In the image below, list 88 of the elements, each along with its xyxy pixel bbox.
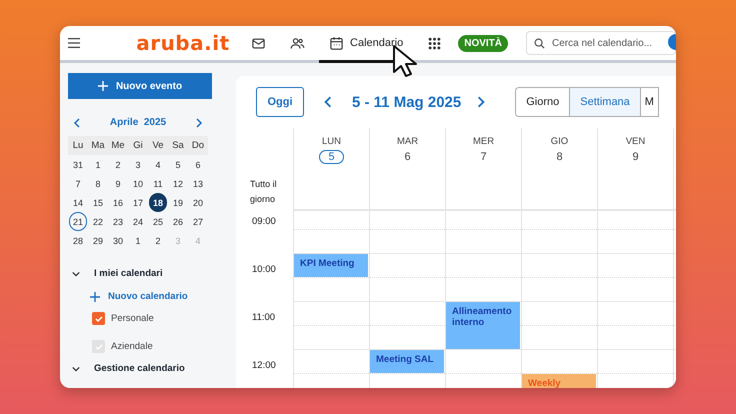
checkmark-icon: [94, 342, 102, 350]
plus-icon: [98, 81, 108, 91]
view-tab[interactable]: Giorno: [516, 88, 570, 116]
new-calendar-link[interactable]: Nuovo calendario: [90, 291, 228, 302]
date-cell[interactable]: 23: [109, 212, 127, 231]
date-cell[interactable]: 9: [109, 174, 127, 193]
calendar-toggle[interactable]: Personale: [92, 312, 228, 325]
hour-label: 11:00: [251, 311, 276, 325]
date-cell[interactable]: 25: [149, 212, 167, 231]
search-field[interactable]: Cerca nel calendario...: [526, 31, 676, 55]
month-title: Aprile 2025: [110, 117, 166, 128]
date-cell[interactable]: 22: [89, 212, 107, 231]
hour-label: 09:00: [251, 215, 277, 229]
date-range-title: 5 - 11 Mag 2025: [352, 94, 462, 110]
date-cell[interactable]: 20: [189, 193, 207, 212]
date-cell[interactable]: 13: [189, 174, 207, 193]
chevron-icon: [72, 364, 80, 372]
weekday-label: GIO: [550, 136, 568, 147]
date-cell[interactable]: 1: [89, 155, 107, 174]
date-cell[interactable]: 17: [129, 193, 147, 212]
hour-label: 10:00: [251, 263, 277, 277]
chevron-right-icon: [475, 96, 488, 108]
date-cell[interactable]: 7: [69, 174, 87, 193]
event-block[interactable]: Meeting SAL: [370, 350, 444, 373]
date-cell[interactable]: 12: [169, 174, 187, 193]
date-cell[interactable]: 5: [169, 155, 187, 174]
weekday-label: Do: [188, 136, 208, 155]
weekday-label: Me: [108, 136, 128, 155]
date-cell[interactable]: 11: [149, 174, 167, 193]
date-cell[interactable]: 8: [89, 174, 107, 193]
logo: aruba.it: [136, 31, 231, 55]
date-cell[interactable]: 27: [189, 212, 207, 231]
date-cell[interactable]: 16: [109, 193, 127, 212]
section-title[interactable]: Gestione calendario: [94, 363, 185, 374]
date-cell[interactable]: 18: [149, 193, 167, 212]
calendar-icon: [329, 36, 344, 50]
menu-icon[interactable]: [68, 37, 80, 49]
prev-month-icon: [72, 118, 82, 128]
date-cell[interactable]: 26: [169, 212, 187, 231]
day-number[interactable]: 5: [319, 150, 344, 164]
date-cell[interactable]: 28: [69, 231, 87, 250]
date-cell[interactable]: 29: [89, 231, 107, 250]
day-number[interactable]: 9: [623, 150, 648, 164]
date-cell[interactable]: 14: [69, 193, 87, 212]
date-cell[interactable]: 10: [129, 174, 147, 193]
date-cell[interactable]: 21: [69, 212, 87, 231]
date-cell[interactable]: 24: [129, 212, 147, 231]
day-number[interactable]: 8: [547, 150, 572, 164]
new-event-button[interactable]: Nuovo evento: [68, 73, 212, 99]
next-month-icon: [194, 118, 204, 128]
today-button[interactable]: Oggi: [256, 87, 304, 117]
date-cell[interactable]: 15: [89, 193, 107, 212]
date-cell[interactable]: 19: [169, 193, 187, 212]
chevron-left-icon: [322, 96, 334, 108]
date-cell[interactable]: 2: [109, 155, 127, 174]
day-number[interactable]: 6: [395, 150, 420, 164]
day-number[interactable]: 7: [471, 150, 496, 164]
weekday-label: Ve: [148, 136, 168, 155]
weekday-label: Sa: [168, 136, 188, 155]
date-cell[interactable]: 4: [149, 155, 167, 174]
event-block[interactable]: KPI Meeting: [294, 254, 368, 277]
search-icon: [534, 38, 545, 49]
date-cell[interactable]: 30: [109, 231, 127, 250]
plus-icon: [90, 292, 100, 302]
checkmark-icon: [94, 314, 102, 322]
new-badge: NOVITÀ: [458, 34, 508, 52]
date-cell[interactable]: 2: [149, 231, 167, 250]
date-cell[interactable]: 3: [129, 155, 147, 174]
date-cell[interactable]: 6: [189, 155, 207, 174]
people-icon: [290, 36, 306, 50]
event-block[interactable]: Allineamento interno: [446, 302, 520, 349]
hour-label: 12:00: [251, 359, 277, 373]
weekday-label: Ma: [88, 136, 108, 155]
weekday-label: Gi: [128, 136, 148, 155]
date-cell[interactable]: 1: [129, 231, 147, 250]
weekday-label: LUN: [322, 136, 341, 147]
all-day-label: Tutto il giorno: [250, 178, 278, 206]
weekday-label: MER: [472, 136, 494, 147]
date-cell[interactable]: 31: [69, 155, 87, 174]
apps-icon: [427, 36, 442, 50]
weekday-label: VEN: [626, 136, 646, 147]
chevron-icon: [72, 270, 80, 278]
weekday-label: Lu: [68, 136, 88, 155]
section-title[interactable]: I miei calendari: [94, 268, 163, 279]
checkbox[interactable]: [92, 312, 105, 325]
view-tab[interactable]: Settimana: [570, 88, 641, 116]
mail-icon: [251, 36, 266, 50]
weekday-label: MAR: [396, 136, 418, 147]
